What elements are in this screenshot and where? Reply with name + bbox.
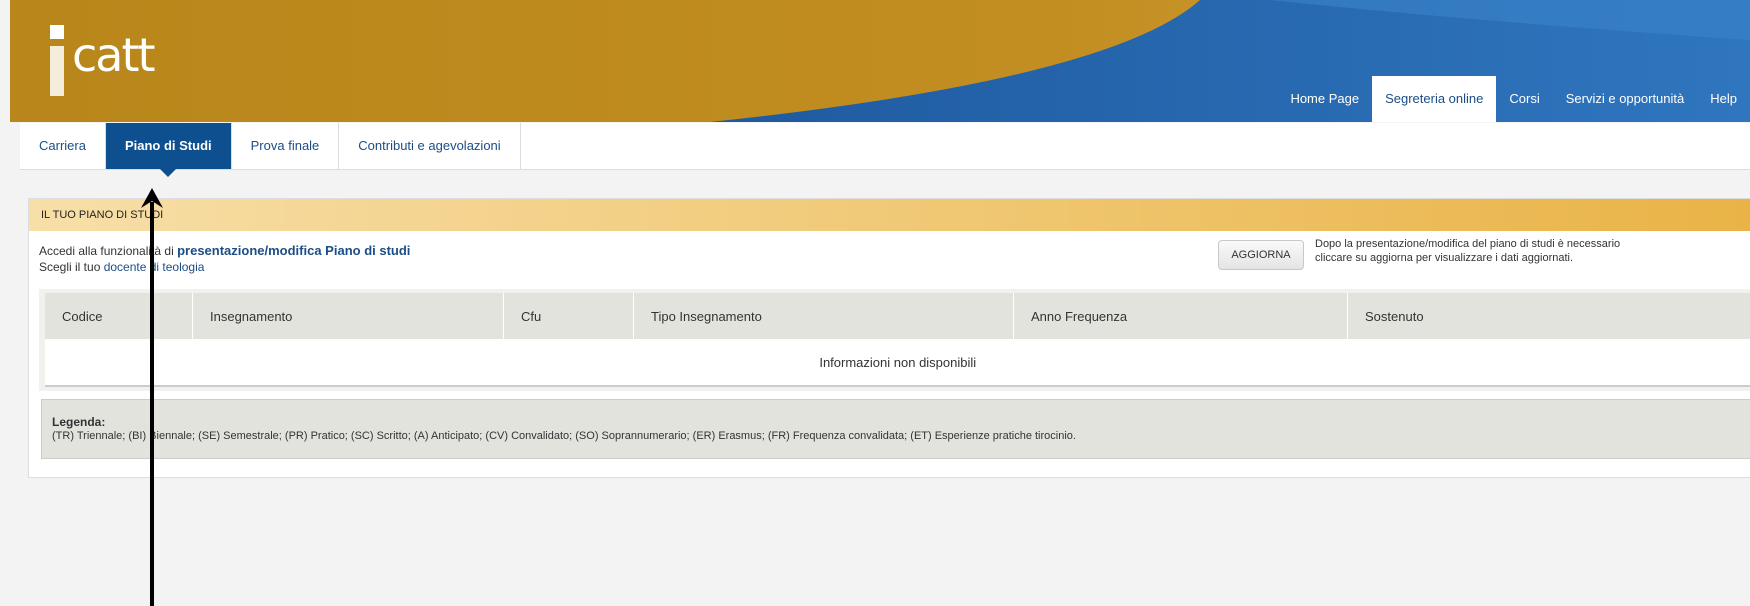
col-codice[interactable]: Codice [45, 293, 193, 339]
piano-studi-panel: Il tuo piano di studi Accedi alla funzio… [28, 198, 1750, 478]
legend-box: Legenda: (TR) Triennale; (BI) Biennale; … [41, 399, 1750, 459]
tab-contributi[interactable]: Contributi e agevolazioni [339, 123, 521, 169]
topnav-servizi[interactable]: Servizi e opportunità [1553, 76, 1698, 122]
topnav-segreteria-online[interactable]: Segreteria online [1372, 76, 1497, 122]
update-note: Dopo la presentazione/modifica del piano… [1315, 237, 1750, 265]
piano-table-container: Codice Insegnamento Cfu Tipo Insegnament… [39, 289, 1750, 391]
legend-text: (TR) Triennale; (BI) Biennale; (SE) Seme… [52, 430, 1076, 442]
logo-text: catt [72, 28, 156, 82]
panel-intro: Accedi alla funzionalità di presentazion… [39, 243, 410, 275]
update-note-line2: cliccare su aggiorna per visualizzare i … [1315, 252, 1574, 264]
section-tabs: Carriera Piano di Studi Prova finale Con… [20, 123, 1750, 177]
col-insegnamento[interactable]: Insegnamento [192, 293, 504, 339]
tab-piano-di-studi[interactable]: Piano di Studi [105, 123, 232, 177]
empty-message: Informazioni non disponibili [45, 339, 1750, 387]
col-anno-frequenza[interactable]: Anno Frequenza [1013, 293, 1348, 339]
docente-prefix: Scegli il tuo [39, 260, 104, 274]
presentazione-link[interactable]: presentazione/modifica Piano di studi [177, 243, 410, 258]
col-tipo-insegnamento[interactable]: Tipo Insegnamento [633, 293, 1014, 339]
topnav-corsi[interactable]: Corsi [1496, 76, 1552, 122]
aggiorna-button[interactable]: AGGIORNA [1218, 240, 1304, 270]
topnav-home[interactable]: Home Page [1277, 76, 1372, 122]
logo-i-dot [50, 25, 64, 39]
catt-logo[interactable]: catt [50, 12, 170, 96]
table-header-row: Codice Insegnamento Cfu Tipo Insegnament… [45, 293, 1750, 339]
panel-title: Il tuo piano di studi [29, 199, 1750, 231]
logo-i-stem [50, 46, 64, 96]
col-cfu[interactable]: Cfu [503, 293, 634, 339]
col-sostenuto[interactable]: Sostenuto [1347, 293, 1750, 339]
piano-table: Codice Insegnamento Cfu Tipo Insegnament… [45, 293, 1750, 387]
topnav-help[interactable]: Help [1697, 76, 1750, 122]
legend-title: Legenda: [52, 415, 106, 429]
site-header: catt Home Page Segreteria online Corsi S… [10, 0, 1750, 122]
tab-prova-finale[interactable]: Prova finale [232, 123, 340, 169]
table-row: Informazioni non disponibili [45, 339, 1750, 387]
tab-carriera[interactable]: Carriera [20, 123, 106, 169]
up-arrow-icon [141, 188, 163, 606]
top-navigation: Home Page Segreteria online Corsi Serviz… [1277, 76, 1750, 122]
update-note-line1: Dopo la presentazione/modifica del piano… [1315, 238, 1621, 250]
